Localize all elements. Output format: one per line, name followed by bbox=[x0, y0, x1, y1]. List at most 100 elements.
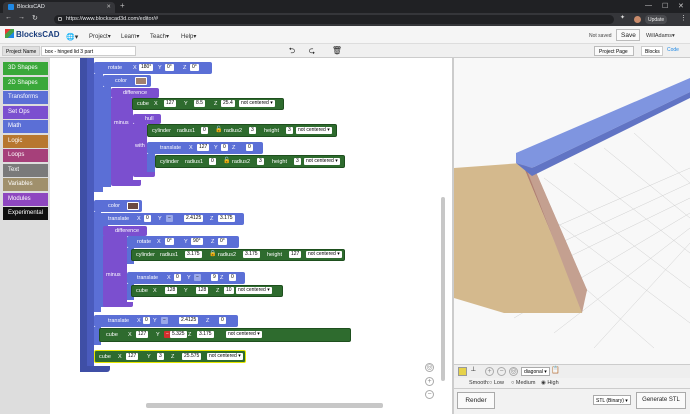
cube-block[interactable]: cube X 127 Y − 5.325 Z 3.175 not centere… bbox=[99, 328, 351, 342]
close-tab-icon[interactable]: ✕ bbox=[106, 4, 111, 10]
cyl-r1-field[interactable]: 0 bbox=[201, 127, 208, 134]
translate-y-field[interactable]: 0 bbox=[221, 144, 228, 151]
reload-icon[interactable]: ↻ bbox=[32, 14, 38, 22]
translate-block[interactable]: translate X 127 Y 0 Z 0 bbox=[147, 142, 263, 154]
close-window-icon[interactable]: ✕ bbox=[678, 2, 684, 10]
translate-x-field[interactable]: 0 bbox=[174, 274, 181, 281]
cyl-r2-field[interactable]: 3 bbox=[257, 158, 264, 165]
smooth-medium-radio[interactable]: ○ Medium bbox=[511, 380, 535, 386]
rotate-z-field[interactable]: 0° bbox=[190, 64, 199, 71]
cube-block[interactable]: cube X 128 Y 128 Z 10 not centered ▾ bbox=[131, 285, 283, 297]
workspace-horizontal-scrollbar[interactable] bbox=[146, 403, 383, 408]
rotate-block[interactable]: rotate X 180° Y 0° Z 0° bbox=[94, 62, 212, 74]
render-button[interactable]: Render bbox=[457, 392, 495, 409]
difference-block[interactable]: difference bbox=[103, 226, 147, 236]
smooth-low-radio[interactable]: ○ Low bbox=[489, 380, 504, 386]
menu-help[interactable]: Help▾ bbox=[181, 33, 196, 40]
blockscad-logo[interactable]: BlocksCAD bbox=[5, 29, 60, 39]
difference-block[interactable]: difference bbox=[111, 88, 159, 98]
translate-y-field[interactable]: 2.4125 bbox=[184, 215, 204, 222]
tab-blocks[interactable]: Blocks bbox=[641, 46, 663, 56]
cube-y-field[interactable]: 5.325 bbox=[170, 331, 187, 338]
rotate-z-field[interactable]: 0° bbox=[218, 238, 227, 245]
generate-stl-button[interactable]: Generate STL bbox=[636, 392, 686, 409]
cube-x-field[interactable]: 127 bbox=[136, 331, 149, 338]
translate-x-field[interactable]: 0 bbox=[144, 215, 151, 222]
cube-x-field[interactable]: 127 bbox=[164, 100, 177, 107]
cube-center-dropdown[interactable]: not centered ▾ bbox=[226, 331, 262, 338]
project-page-button[interactable]: Project Page bbox=[594, 46, 634, 56]
browser-tab[interactable]: BlocksCAD ✕ bbox=[3, 2, 115, 13]
object-color-swatch[interactable] bbox=[458, 367, 467, 376]
cube-block-selected[interactable]: cube X 127 Y 3 Z 25.575 not centered ▾ bbox=[94, 350, 246, 363]
category-loops[interactable]: Loops bbox=[3, 149, 48, 162]
project-name-input[interactable]: box - hinged lid 3 part bbox=[41, 46, 136, 56]
minimize-icon[interactable]: — bbox=[645, 2, 652, 9]
category-variables[interactable]: Variables bbox=[3, 178, 48, 191]
cyl-center-dropdown[interactable]: not centered ▾ bbox=[306, 251, 342, 258]
save-button[interactable]: Save bbox=[616, 29, 640, 41]
cylinder-block[interactable]: cylinder radius1 3.175 🔒 radius2 3.175 h… bbox=[131, 249, 345, 261]
translate-y-field[interactable]: 2.4125 bbox=[179, 317, 199, 324]
lock-ratio-icon[interactable]: 🔓 bbox=[215, 127, 222, 134]
category-transforms[interactable]: Transforms bbox=[3, 91, 48, 104]
category-experimental[interactable]: Experimental bbox=[3, 207, 48, 220]
cube-center-dropdown[interactable]: not centered ▾ bbox=[239, 100, 275, 107]
url-field[interactable]: https://www.blockscad3d.com/editor/# bbox=[54, 15, 614, 24]
screenshot-icon[interactable]: 📋 bbox=[551, 366, 560, 374]
cube-x-field[interactable]: 128 bbox=[165, 287, 178, 294]
translate-x-field[interactable]: 0 bbox=[143, 317, 150, 324]
viewer-zoom-out-icon[interactable]: − bbox=[497, 367, 506, 376]
smooth-high-radio[interactable]: ◉ High bbox=[541, 380, 559, 386]
cyl-r1-field[interactable]: 0 bbox=[209, 158, 216, 165]
cyl-height-field[interactable]: 127 bbox=[289, 251, 302, 258]
zoom-in-icon[interactable]: + bbox=[425, 377, 434, 386]
menu-project[interactable]: Project▾ bbox=[89, 33, 111, 40]
cyl-height-field[interactable]: 3 bbox=[294, 158, 301, 165]
negate-operator[interactable]: − bbox=[194, 274, 201, 281]
cyl-r1-field[interactable]: 3.175 bbox=[185, 251, 202, 258]
translate-y-field[interactable]: 9 bbox=[211, 274, 218, 281]
translate-block[interactable]: translate X 0 Y − 2.4125 Z 0 bbox=[94, 315, 238, 327]
recenter-icon[interactable]: ◎ bbox=[425, 363, 434, 372]
cylinder-block[interactable]: cylinder radius1 0 🔓 radius2 3 height 3 … bbox=[155, 155, 345, 168]
browser-menu-icon[interactable]: ⋮ bbox=[680, 14, 687, 22]
color-swatch[interactable] bbox=[127, 202, 139, 210]
cube-z-field[interactable]: 25.4 bbox=[221, 100, 235, 107]
category-modules[interactable]: Modules bbox=[3, 192, 48, 206]
translate-block[interactable]: translate X 0 Y − 9 Z 0 bbox=[127, 272, 245, 284]
viewer-zoom-in-icon[interactable]: + bbox=[485, 367, 494, 376]
trash-icon[interactable]: 🗑 bbox=[329, 46, 345, 56]
cube-block[interactable]: cube X 127 Y 8.5 Z 25.4 not centered ▾ bbox=[132, 98, 284, 110]
translate-z-field[interactable]: 0 bbox=[246, 144, 253, 151]
redo-icon[interactable]: ⮎ bbox=[304, 46, 320, 56]
new-tab-button[interactable]: + bbox=[120, 1, 125, 10]
rotate-x-field[interactable]: 180° bbox=[139, 64, 154, 71]
category-set-ops[interactable]: Set Ops bbox=[3, 105, 48, 119]
menu-teach[interactable]: Teach▾ bbox=[150, 33, 169, 40]
color-block[interactable]: color bbox=[103, 75, 151, 87]
extensions-icon[interactable]: ✦ bbox=[620, 14, 625, 21]
workspace-vertical-scrollbar[interactable] bbox=[441, 197, 445, 381]
rotate-x-field[interactable]: 0° bbox=[165, 238, 174, 245]
cyl-r2-field[interactable]: 3 bbox=[249, 127, 256, 134]
tab-code[interactable]: Code bbox=[667, 47, 679, 53]
axes-toggle-icon[interactable]: ⟂ bbox=[471, 366, 476, 374]
color-block[interactable]: color bbox=[94, 200, 142, 212]
maximize-icon[interactable]: ☐ bbox=[662, 2, 668, 10]
negate-operator[interactable]: − bbox=[161, 317, 168, 324]
cube-z-field[interactable]: 25.575 bbox=[182, 353, 202, 360]
user-menu[interactable]: WillAdams▾ bbox=[646, 33, 675, 39]
color-swatch[interactable] bbox=[135, 77, 147, 85]
cube-y-field[interactable]: 8.5 bbox=[194, 100, 205, 107]
cylinder-block[interactable]: cylinder radius1 0 🔓 radius2 3 height 3 … bbox=[147, 124, 337, 137]
viewer-reset-icon[interactable]: ◎ bbox=[509, 367, 518, 376]
cube-x-field[interactable]: 127 bbox=[126, 353, 139, 360]
cube-y-field[interactable]: 128 bbox=[196, 287, 209, 294]
category-math[interactable]: Math bbox=[3, 120, 48, 133]
lock-ratio-icon[interactable]: 🔒 bbox=[209, 251, 216, 258]
category-logic[interactable]: Logic bbox=[3, 134, 48, 148]
cube-center-dropdown[interactable]: not centered ▾ bbox=[207, 353, 243, 360]
category-2d-shapes[interactable]: 2D Shapes bbox=[3, 76, 48, 90]
forward-icon[interactable]: → bbox=[18, 14, 25, 21]
